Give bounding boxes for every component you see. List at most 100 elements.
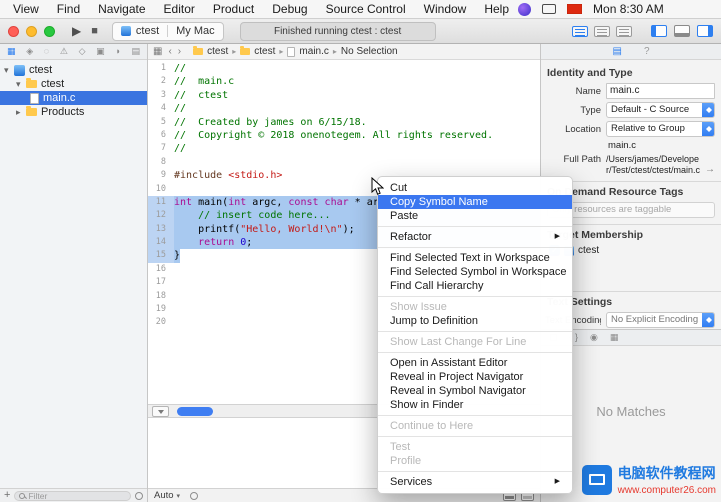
toggle-debug-area-button[interactable]	[674, 25, 690, 37]
jump-bar-segment-main-c[interactable]: main.c	[287, 46, 328, 57]
menu-window[interactable]: Window	[415, 2, 476, 16]
tree-item-project-ctest[interactable]: ▾ ctest	[0, 63, 147, 77]
code-line[interactable]: 3// ctest	[148, 89, 540, 102]
context-menu-item-label: Find Selected Symbol in Workspace	[390, 265, 567, 279]
version-editor-button[interactable]	[616, 26, 632, 37]
library-tab-2-icon[interactable]: ◉	[590, 333, 598, 342]
context-menu-item-show-in-finder[interactable]: Show in Finder	[378, 398, 572, 412]
code-token: printf(	[174, 224, 240, 235]
breakpoint-pill[interactable]	[177, 407, 213, 416]
tree-item-file-main-c[interactable]: main.c	[0, 91, 147, 105]
menu-find[interactable]: Find	[48, 2, 89, 16]
folder-icon	[193, 48, 203, 55]
context-menu: CutCopy Symbol NamePaste Refactor▶ Find Se…	[377, 176, 573, 494]
code-line[interactable]: 7//	[148, 142, 540, 155]
menu-product[interactable]: Product	[204, 2, 263, 16]
menu-navigate[interactable]: Navigate	[89, 2, 154, 16]
disclosure-open-icon[interactable]: ▾	[16, 79, 26, 90]
navigator-tab-6-icon[interactable]: ◗	[115, 47, 120, 56]
menubar-items: ViewFindNavigateEditorProductDebugSource…	[4, 2, 518, 16]
full-path-label: Full Path	[545, 154, 601, 165]
navigator-tab-3-icon[interactable]: ⚠	[60, 47, 68, 56]
standard-editor-button[interactable]	[572, 26, 588, 37]
name-label: Name	[545, 86, 601, 97]
inspector-tab-1-icon[interactable]: ?	[644, 47, 650, 57]
toggle-navigator-button[interactable]	[651, 25, 667, 37]
menu-help[interactable]: Help	[475, 2, 518, 16]
location-popup[interactable]: Relative to Group	[606, 121, 715, 137]
navigator-tab-0-icon[interactable]: ▦	[7, 47, 16, 56]
code-line[interactable]: 6// Copyright © 2018 onenotegem. All rig…	[148, 129, 540, 142]
related-items-icon[interactable]: ▦	[153, 47, 162, 57]
context-menu-item-services[interactable]: Services▶	[378, 475, 572, 489]
navigator-tab-1-icon[interactable]: ◈	[26, 47, 33, 56]
context-menu-item-cut[interactable]: Cut	[378, 181, 572, 195]
code-line[interactable]: 2// main.c	[148, 75, 540, 88]
zoom-window-button[interactable]	[44, 26, 55, 37]
navigator-tab-7-icon[interactable]: ▤	[131, 47, 140, 56]
text-encoding-popup[interactable]: No Explicit Encoding	[606, 312, 715, 328]
name-field[interactable]: main.c	[606, 83, 715, 99]
project-navigator-tree: ▾ ctest ▾ ctest main.c ▸ Products	[0, 60, 147, 119]
back-button[interactable]: ‹	[168, 47, 171, 57]
code-line[interactable]: 4//	[148, 102, 540, 115]
code-line[interactable]: 1//	[148, 62, 540, 75]
variables-view-scope-popup[interactable]: Auto ▾	[154, 490, 180, 501]
inspector-tab-0-icon[interactable]: ▤	[612, 47, 621, 57]
disclosure-open-icon[interactable]: ▾	[4, 65, 14, 76]
scheme-name: ctest	[136, 25, 159, 37]
context-menu-item-copy-symbol-name[interactable]: Copy Symbol Name	[378, 195, 572, 209]
toggle-inspector-button[interactable]	[697, 25, 713, 37]
context-menu-item-reveal-in-project-navigator[interactable]: Reveal in Project Navigator	[378, 370, 572, 384]
menu-editor[interactable]: Editor	[155, 2, 204, 16]
reveal-path-arrow-icon[interactable]: →	[705, 164, 715, 175]
minimize-window-button[interactable]	[26, 26, 37, 37]
line-number: 1	[148, 62, 174, 75]
menu-debug[interactable]: Debug	[263, 2, 316, 16]
menu-bar-clock[interactable]: Mon 8:30 AM	[593, 2, 664, 16]
context-menu-item-paste[interactable]: Paste	[378, 209, 572, 223]
display-icon[interactable]	[542, 4, 556, 14]
forward-button[interactable]: ›	[178, 47, 181, 57]
context-menu-item-open-in-assistant-editor[interactable]: Open in Assistant Editor	[378, 356, 572, 370]
stop-button[interactable]: ■	[91, 25, 98, 37]
context-menu-item-find-call-hierarchy[interactable]: Find Call Hierarchy	[378, 279, 572, 293]
context-menu-item-reveal-in-symbol-navigator[interactable]: Reveal in Symbol Navigator	[378, 384, 572, 398]
run-button[interactable]: ▶	[72, 24, 81, 38]
jump-bar-segment-ctest[interactable]: ctest	[193, 46, 228, 57]
jump-bar-segment-no-selection[interactable]: No Selection	[341, 46, 398, 57]
library-tab-3-icon[interactable]: ▦	[610, 333, 619, 342]
code-line[interactable]: 8	[148, 156, 540, 169]
context-menu-item-refactor[interactable]: Refactor▶	[378, 230, 572, 244]
code-line[interactable]: 5// Created by james on 6/15/18.	[148, 116, 540, 129]
type-popup[interactable]: Default - C Source	[606, 102, 715, 118]
jump-bar-segment-ctest[interactable]: ctest	[240, 46, 275, 57]
folder-icon	[240, 48, 250, 55]
scheme-selector[interactable]: ctest My Mac	[112, 22, 224, 41]
watermark: 电脑软件教程网 www.computer26.com	[582, 463, 716, 496]
context-menu-item-find-selected-symbol-in-workspace[interactable]: Find Selected Symbol in Workspace	[378, 265, 572, 279]
disclosure-closed-icon[interactable]: ▸	[16, 107, 26, 118]
filter-icon[interactable]	[190, 492, 198, 500]
context-menu-item-label: Test	[390, 440, 410, 454]
popup-stepper-icon	[702, 312, 715, 328]
menu-source-control[interactable]: Source Control	[317, 2, 415, 16]
tree-item-group-products[interactable]: ▸ Products	[0, 105, 147, 119]
close-window-button[interactable]	[8, 26, 19, 37]
add-button[interactable]: +	[4, 490, 10, 501]
context-menu-item-find-selected-text-in-workspace[interactable]: Find Selected Text in Workspace	[378, 251, 572, 265]
navigator-tab-5-icon[interactable]: ▣	[96, 47, 105, 56]
tree-item-group-ctest[interactable]: ▾ ctest	[0, 77, 147, 91]
siri-icon[interactable]	[518, 3, 531, 16]
navigator-tab-4-icon[interactable]: ◇	[79, 47, 86, 56]
input-language-flag-icon[interactable]	[567, 4, 582, 14]
menu-view[interactable]: View	[4, 2, 48, 16]
line-number: 11	[148, 196, 174, 209]
hide-debug-area-button[interactable]	[152, 406, 169, 417]
context-menu-item-jump-to-definition[interactable]: Jump to Definition	[378, 314, 572, 328]
code-token: );	[343, 224, 355, 235]
navigator-tab-2-icon[interactable]: ◌	[44, 47, 49, 56]
filter-field[interactable]: Filter	[14, 491, 131, 501]
assistant-editor-button[interactable]	[594, 26, 610, 37]
recent-files-icon[interactable]	[135, 492, 143, 500]
